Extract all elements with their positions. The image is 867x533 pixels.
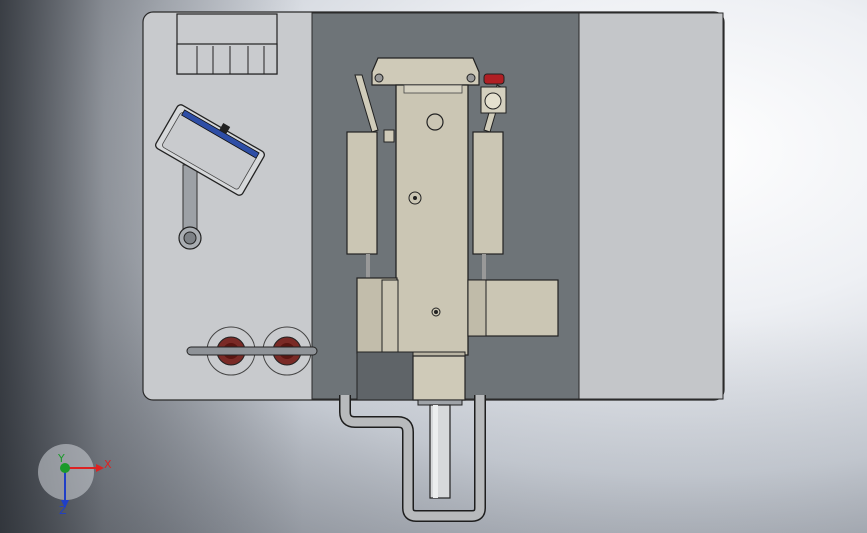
right-panel <box>578 12 724 400</box>
spindle-tool <box>417 399 463 499</box>
axis-x-label: X <box>104 458 112 471</box>
coolant-tube <box>339 395 486 522</box>
axis-y-label: Y <box>57 452 65 465</box>
axis-z-label: Z <box>59 504 67 517</box>
tool-tray <box>176 13 278 75</box>
coordinate-triad: X Y Z <box>38 444 112 517</box>
cad-viewport[interactable]: X Y Z <box>0 0 867 533</box>
